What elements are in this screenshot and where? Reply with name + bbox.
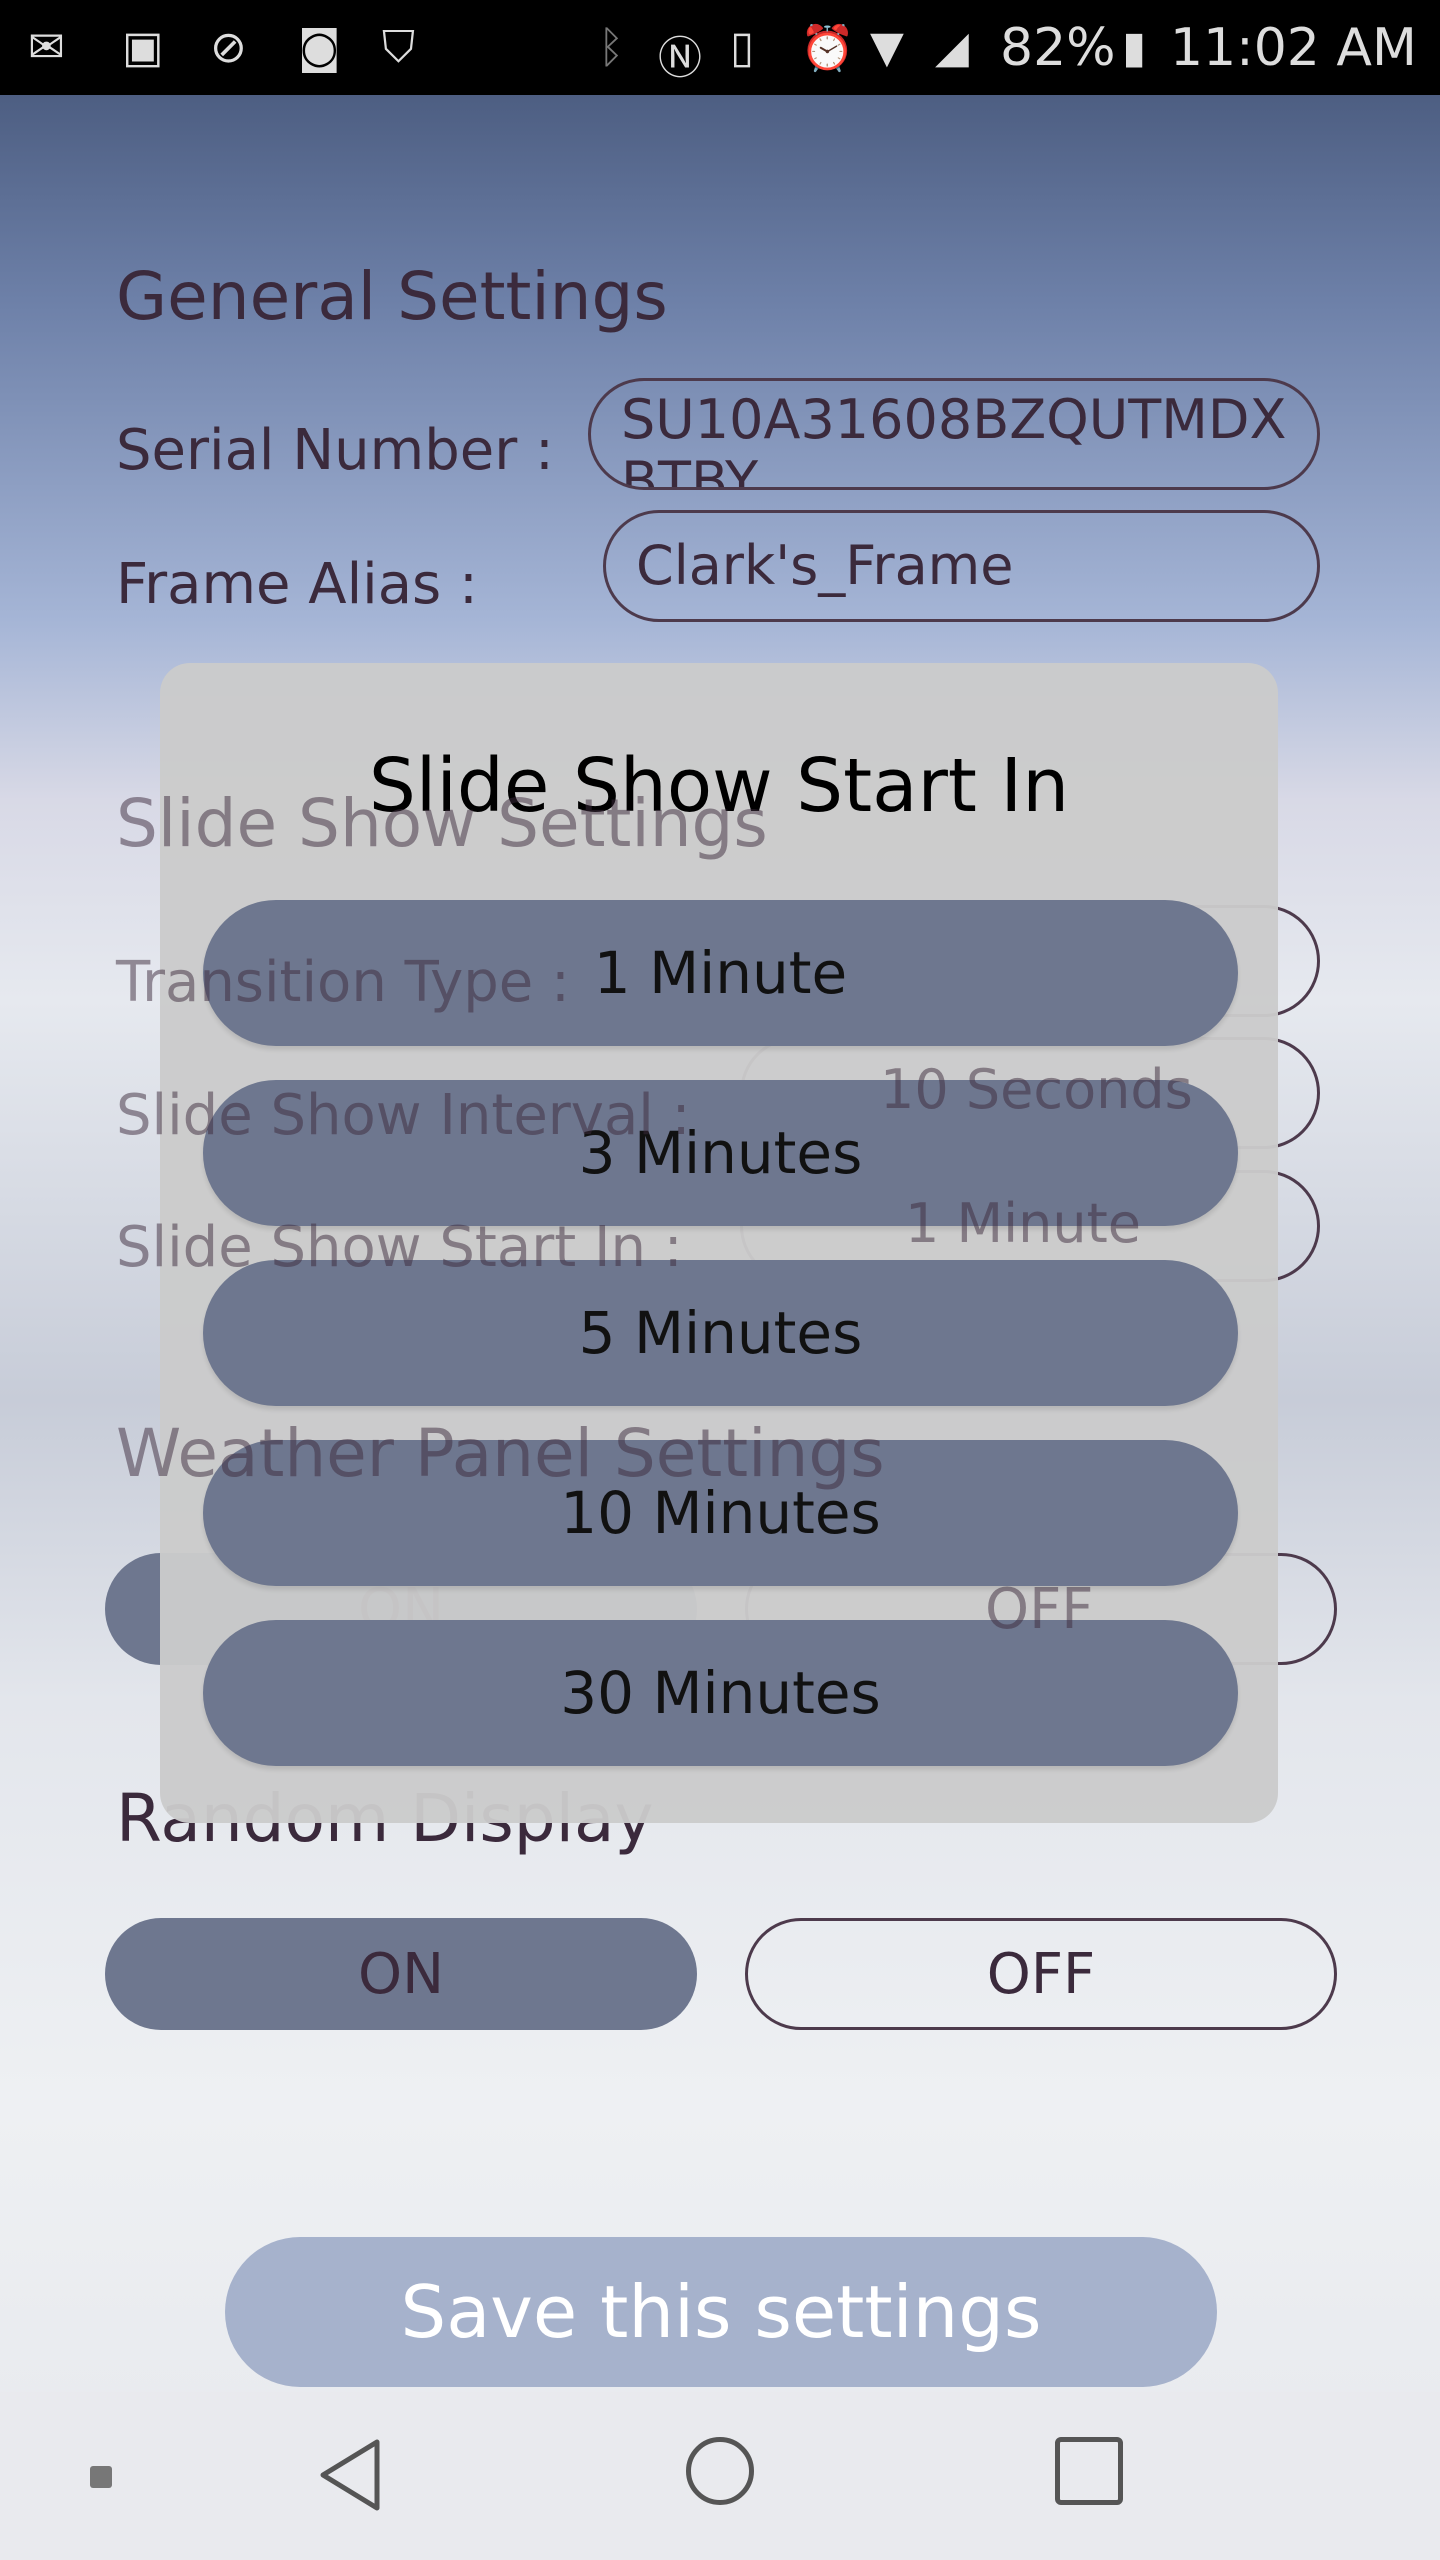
status-bar: ✉ ▣ ⊘ ◙ ⛉ ᛒ Ⓝ ▯ ⏰ ▼ ◢ 82% ▮ 11:02 AM	[0, 0, 1440, 95]
image-icon: ▣	[122, 22, 164, 73]
frame-alias-label: Frame Alias :	[116, 552, 478, 617]
slide-show-start-label: Slide Show Start In :	[116, 1215, 683, 1280]
bluetooth-icon: ᛒ	[598, 22, 625, 73]
navigation-bar	[0, 2392, 1440, 2560]
alarm-icon: ⏰	[800, 23, 855, 74]
signal-icon: ◢	[935, 22, 969, 73]
alarm-off-icon: ⊘	[210, 22, 247, 73]
transition-type-label: Transition Type :	[116, 950, 570, 1015]
option-5-minutes[interactable]: 5 Minutes	[203, 1260, 1238, 1406]
nfc-icon: Ⓝ	[658, 33, 702, 84]
serial-number-field[interactable]: SU10A31608BZQUTMDXBTBY	[588, 378, 1320, 490]
vibrate-icon: ▯	[730, 22, 755, 73]
weather-panel-title: Weather Panel Settings	[116, 1415, 885, 1492]
serial-number-label: Serial Number :	[116, 418, 554, 483]
menu-dot-icon[interactable]	[90, 2466, 112, 2488]
home-icon[interactable]	[686, 2437, 754, 2505]
battery-percent: 82%	[1000, 18, 1116, 78]
battery-icon: ▮	[1122, 22, 1147, 73]
wifi-icon: ▼	[870, 22, 904, 73]
save-settings-button[interactable]: Save this settings	[225, 2237, 1217, 2387]
weather-off-label: OFF	[985, 1577, 1094, 1642]
recents-icon[interactable]	[1055, 2437, 1123, 2505]
random-on-button[interactable]: ON	[105, 1918, 697, 2030]
slide-show-settings-title: Slide Show Settings	[116, 785, 768, 862]
gmail-icon: ✉	[28, 22, 65, 73]
slide-show-interval-label: Slide Show Interval :	[116, 1083, 691, 1148]
back-icon[interactable]	[315, 2437, 385, 2513]
clock: 11:02 AM	[1170, 18, 1417, 78]
maps-icon: ◙	[298, 22, 341, 73]
slide-show-start-value: 1 Minute	[905, 1192, 1141, 1255]
shield-wifi-icon: ⛉	[382, 22, 415, 73]
general-settings-title: General Settings	[116, 258, 668, 335]
random-off-button[interactable]: OFF	[745, 1918, 1337, 2030]
slide-show-interval-value: 10 Seconds	[880, 1058, 1193, 1121]
frame-alias-field[interactable]: Clark's_Frame	[603, 510, 1320, 622]
